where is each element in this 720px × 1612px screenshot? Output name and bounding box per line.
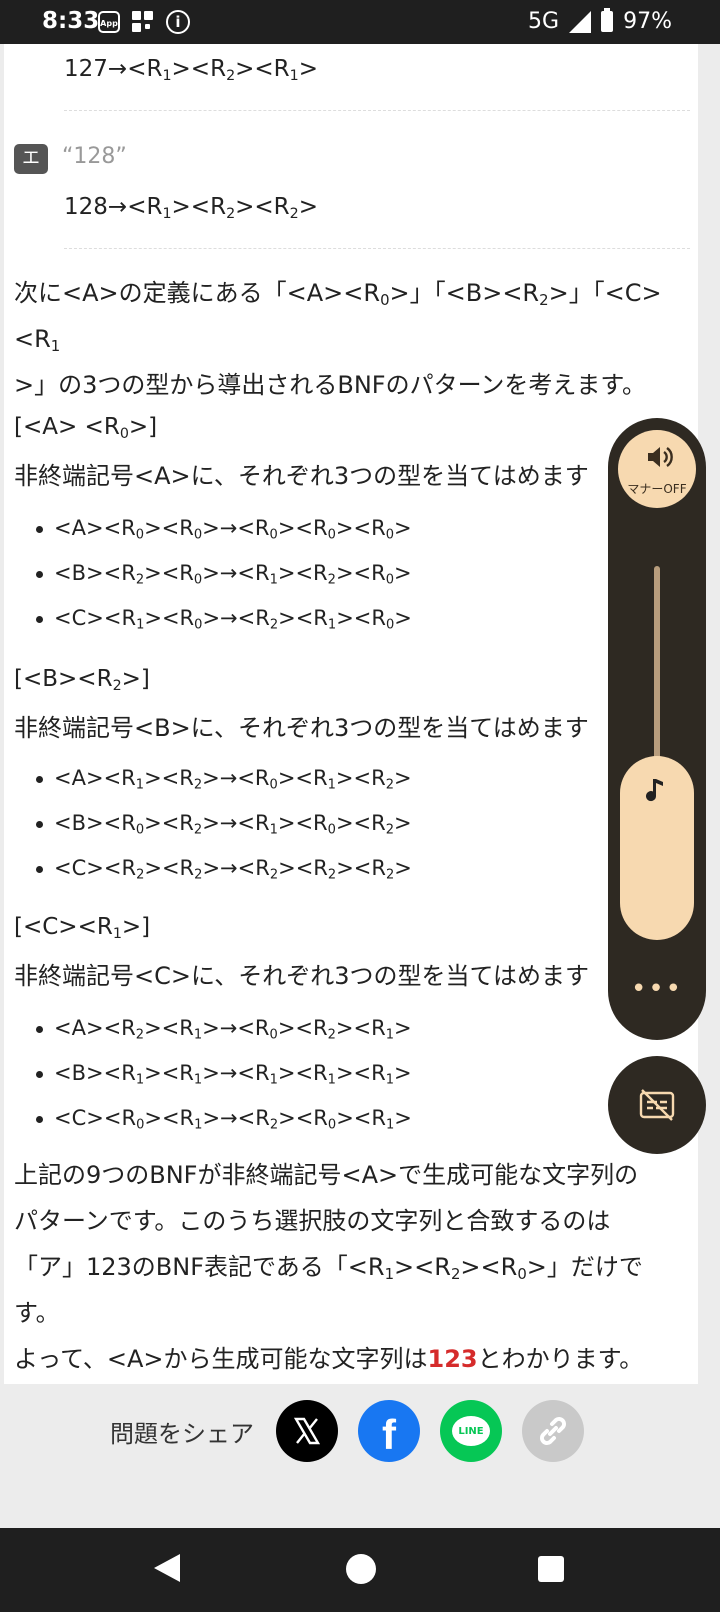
conclusion-paragraph: 上記の9つのBNFが非終端記号<A>で生成可能な文字列の パターンです。このうち… bbox=[14, 1161, 644, 1373]
volume-panel: マナーOFF ••• bbox=[608, 418, 706, 1040]
volume-track[interactable] bbox=[654, 566, 660, 766]
ringer-mode-label: マナーOFF bbox=[627, 482, 687, 496]
system-indicators: 5G 97% bbox=[528, 8, 672, 34]
answer-row-127: 127→<R1><R2><R1> bbox=[64, 56, 319, 84]
choice-badge-e: エ bbox=[14, 144, 48, 174]
more-options-button[interactable]: ••• bbox=[608, 974, 706, 1004]
navigation-bar bbox=[0, 1528, 720, 1612]
bnf-list-a: <A><R0><R0>→<R0><R0><R0> <B><R2><R0>→<R1>… bbox=[14, 506, 412, 641]
answer-row-128: 128→<R1><R2><R2> bbox=[64, 194, 319, 222]
app-notification-icon: App bbox=[98, 11, 120, 33]
recents-button[interactable] bbox=[538, 1556, 564, 1582]
bnf-list-item: <A><R0><R0>→<R0><R0><R0> bbox=[14, 506, 412, 551]
network-label: 5G bbox=[528, 9, 560, 34]
ringer-mode-button[interactable]: マナーOFF bbox=[618, 430, 696, 508]
facebook-icon: f bbox=[382, 1411, 396, 1458]
bnf-list-c: <A><R2><R1>→<R0><R2><R1> <B><R1><R1>→<R1>… bbox=[14, 1006, 412, 1141]
answer-highlight: 123 bbox=[427, 1345, 478, 1373]
grid-icon bbox=[132, 11, 154, 33]
signal-icon bbox=[569, 10, 592, 33]
x-icon bbox=[293, 1417, 321, 1445]
caption-off-icon bbox=[639, 1089, 675, 1121]
bnf-list-item: <A><R2><R1>→<R0><R2><R1> bbox=[14, 1006, 412, 1051]
music-note-icon bbox=[646, 779, 663, 802]
line-share-button[interactable]: LINE bbox=[440, 1400, 502, 1462]
divider bbox=[64, 248, 690, 249]
intro-paragraph: 次に<A>の定義にある「<A><R0>」「<B><R2>」「<C><R1 >」の3… bbox=[14, 279, 662, 399]
choice-value: “128” bbox=[62, 144, 127, 169]
bnf-list-item: <C><R2><R2>→<R2><R2><R2> bbox=[14, 846, 412, 891]
status-bar: 8:33 App i 5G 97% bbox=[0, 0, 720, 44]
live-caption-button[interactable] bbox=[608, 1056, 706, 1154]
home-button[interactable] bbox=[346, 1554, 376, 1584]
media-volume-slider[interactable] bbox=[620, 756, 694, 940]
bnf-list-item: <C><R0><R1>→<R2><R0><R1> bbox=[14, 1096, 412, 1141]
notification-icons: App i bbox=[98, 10, 190, 34]
x-share-button[interactable] bbox=[276, 1400, 338, 1462]
link-icon bbox=[540, 1417, 566, 1445]
bnf-list-item: <B><R0><R2>→<R1><R0><R2> bbox=[14, 801, 412, 846]
bnf-list-item: <C><R1><R0>→<R2><R1><R0> bbox=[14, 596, 412, 641]
section-heading-b: [<B><R2>] bbox=[14, 666, 150, 694]
bnf-list-item: <B><R2><R0>→<R1><R2><R0> bbox=[14, 551, 412, 596]
speaker-icon bbox=[648, 447, 673, 467]
battery-icon bbox=[601, 8, 614, 32]
share-label: 問題をシェア bbox=[110, 1419, 254, 1448]
section-description-c: 非終端記号<C>に、それぞれ3つの型を当てはめます bbox=[14, 962, 590, 990]
clock: 8:33 bbox=[42, 8, 100, 34]
bnf-list-item: <A><R1><R2>→<R0><R1><R2> bbox=[14, 756, 412, 801]
bnf-list-item: <B><R1><R1>→<R1><R1><R1> bbox=[14, 1051, 412, 1096]
bnf-list-b: <A><R1><R2>→<R0><R1><R2> <B><R0><R2>→<R1>… bbox=[14, 756, 412, 891]
explanation-card: 127→<R1><R2><R1> エ “128” 128→<R1><R2><R2… bbox=[4, 44, 698, 1384]
divider bbox=[64, 110, 690, 111]
section-heading-c: [<C><R1>] bbox=[14, 914, 151, 942]
info-icon: i bbox=[166, 10, 190, 34]
share-row: 問題をシェア f LINE bbox=[110, 1396, 584, 1466]
line-icon: LINE bbox=[452, 1416, 490, 1446]
back-button[interactable] bbox=[154, 1554, 180, 1582]
section-description-a: 非終端記号<A>に、それぞれ3つの型を当てはめます bbox=[14, 462, 589, 490]
facebook-share-button[interactable]: f bbox=[358, 1400, 420, 1462]
section-description-b: 非終端記号<B>に、それぞれ3つの型を当てはめます bbox=[14, 714, 589, 742]
copy-link-button[interactable] bbox=[522, 1400, 584, 1462]
section-heading-a: [<A> <R0>] bbox=[14, 414, 158, 442]
battery-percent: 97% bbox=[623, 9, 672, 34]
